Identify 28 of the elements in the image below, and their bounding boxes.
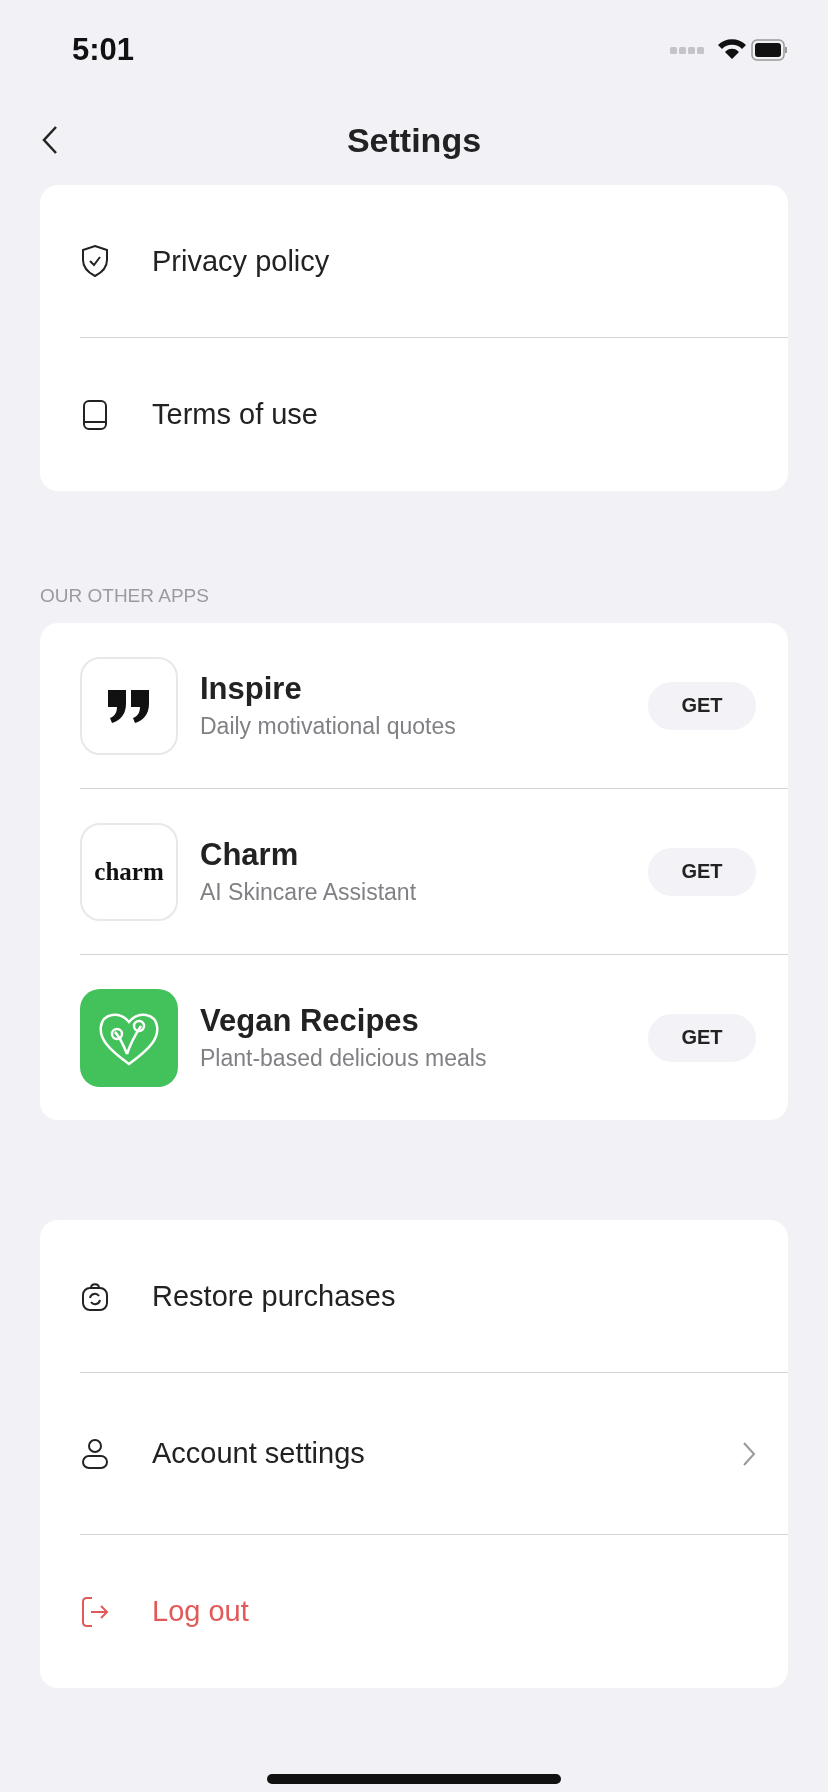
menu-item[interactable]: Account settings bbox=[152, 1437, 700, 1470]
quote-icon bbox=[106, 687, 152, 724]
logout-icon bbox=[80, 1594, 110, 1629]
person-icon bbox=[80, 1436, 110, 1471]
menu-item[interactable]: Log out bbox=[152, 1595, 756, 1628]
get-button[interactable]: GET bbox=[648, 1013, 756, 1062]
wifi-icon bbox=[718, 39, 746, 59]
battery-icon bbox=[751, 39, 787, 61]
signal-icon bbox=[670, 47, 704, 54]
menu-item[interactable]: Restore purchases bbox=[152, 1279, 756, 1313]
status-time: 5:01 bbox=[72, 32, 135, 68]
app-subtitle: Daily motivational quotes bbox=[200, 713, 457, 740]
menu-item[interactable]: Privacy policy bbox=[152, 244, 756, 278]
get-button[interactable]: GET bbox=[648, 681, 756, 730]
get-button[interactable]: GET bbox=[648, 847, 756, 896]
menu-item[interactable]: Terms of use bbox=[152, 398, 756, 431]
section-header: OUR OTHER APPS bbox=[40, 585, 210, 607]
app-name: Inspire bbox=[200, 671, 303, 707]
app-icon: charm bbox=[80, 822, 178, 921]
document-icon bbox=[80, 397, 110, 432]
shield-icon bbox=[80, 244, 110, 278]
app-name: Charm bbox=[200, 837, 300, 873]
app-name: Vegan Recipes bbox=[200, 1003, 420, 1039]
chevron-icon bbox=[742, 1440, 756, 1467]
app-subtitle: AI Skincare Assistant bbox=[200, 879, 418, 906]
page-title: Settings bbox=[346, 120, 482, 160]
app-subtitle: Plant-based delicious meals bbox=[200, 1045, 488, 1072]
back-icon[interactable] bbox=[40, 124, 60, 156]
